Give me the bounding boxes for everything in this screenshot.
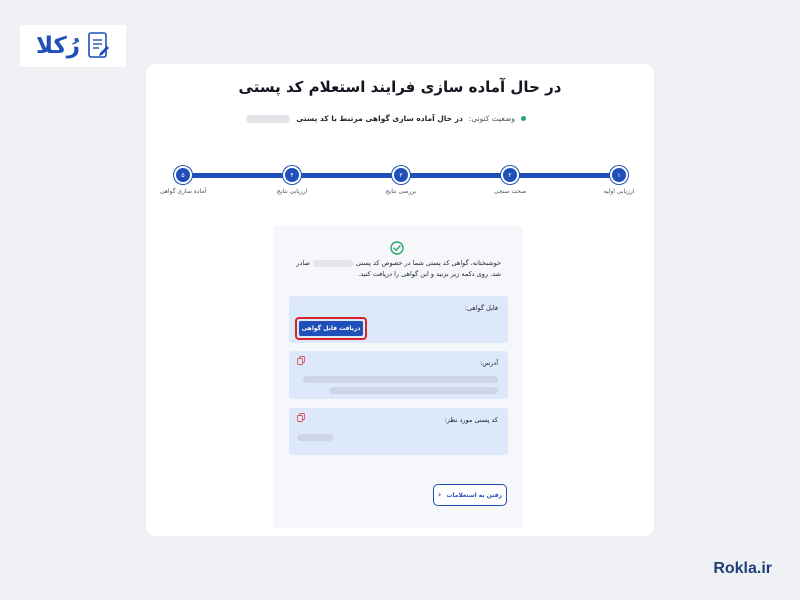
logo-text: رُکلا <box>35 32 81 59</box>
copy-icon[interactable] <box>297 413 305 422</box>
step-number: ۱ <box>610 166 628 184</box>
masked-address-line <box>303 376 498 383</box>
brand-url[interactable]: Rokla.ir <box>713 560 772 578</box>
step-1: ۱ ارزیابی اولیه <box>579 166 659 195</box>
step-label: ارزیابی اولیه <box>603 188 635 195</box>
masked-postal-code <box>312 259 353 267</box>
progress-stepper: ۱ ارزیابی اولیه ۲ صحت سنجی ۳ بررسی نتایج… <box>160 166 634 206</box>
address-box: آدرس: <box>289 351 508 399</box>
document-icon <box>88 32 110 58</box>
goto-inquiries-button[interactable]: رفتن به استعلامات ‹ <box>433 484 507 506</box>
download-certificate-button[interactable]: دریافت فایل گواهی <box>295 317 367 340</box>
file-label: فایل گواهی: <box>464 304 498 312</box>
goto-button-label: رفتن به استعلامات <box>446 491 502 499</box>
address-label: آدرس: <box>480 359 498 367</box>
step-5: ۵ آماده سازی گواهی <box>143 166 223 195</box>
step-number: ۳ <box>392 166 410 184</box>
postal-code-label: کد پستی مورد نظر: <box>444 416 498 424</box>
step-label: ارزیابی نتایج <box>276 188 308 195</box>
status-row: وضعیت کنونی: در حال آماده سازی گواهی مرت… <box>246 114 526 123</box>
result-panel: خوشبختانه، گواهی کد پستی شما در خصوص کد … <box>273 226 523 528</box>
postal-code-box: کد پستی مورد نظر: <box>289 408 508 455</box>
step-label: آماده سازی گواهی <box>159 188 207 195</box>
masked-postal-code <box>246 114 291 123</box>
inquiry-card: در حال آماده سازی فرایند استعلام کد پستی… <box>146 64 654 536</box>
step-3: ۳ بررسی نتایج <box>361 166 441 195</box>
step-number: ۵ <box>174 166 192 184</box>
download-button-label: دریافت فایل گواهی <box>299 321 363 336</box>
status-value: در حال آماده سازی گواهی مرتبط با کد پستی <box>296 114 463 123</box>
success-message-part1: خوشبختانه، گواهی کد پستی شما در خصوص کد … <box>355 259 501 267</box>
step-number: ۲ <box>501 166 519 184</box>
certificate-file-box: فایل گواهی: دریافت فایل گواهی <box>289 296 508 343</box>
step-label: بررسی نتایج <box>385 188 417 195</box>
success-message: خوشبختانه، گواهی کد پستی شما در خصوص کد … <box>291 258 501 280</box>
masked-postal-code <box>297 434 333 441</box>
step-label: صحت سنجی <box>493 188 527 195</box>
status-dot <box>521 116 526 121</box>
copy-icon[interactable] <box>297 356 305 365</box>
step-number: ۴ <box>283 166 301 184</box>
status-label: وضعیت کنونی: <box>468 114 515 123</box>
masked-address-line <box>329 387 498 394</box>
check-circle-icon <box>390 241 404 255</box>
brand-logo[interactable]: رُکلا <box>20 25 126 67</box>
step-4: ۴ ارزیابی نتایج <box>252 166 332 195</box>
step-2: ۲ صحت سنجی <box>470 166 550 195</box>
chevron-left-icon: ‹ <box>438 490 442 499</box>
page-title: در حال آماده سازی فرایند استعلام کد پستی <box>238 78 562 96</box>
